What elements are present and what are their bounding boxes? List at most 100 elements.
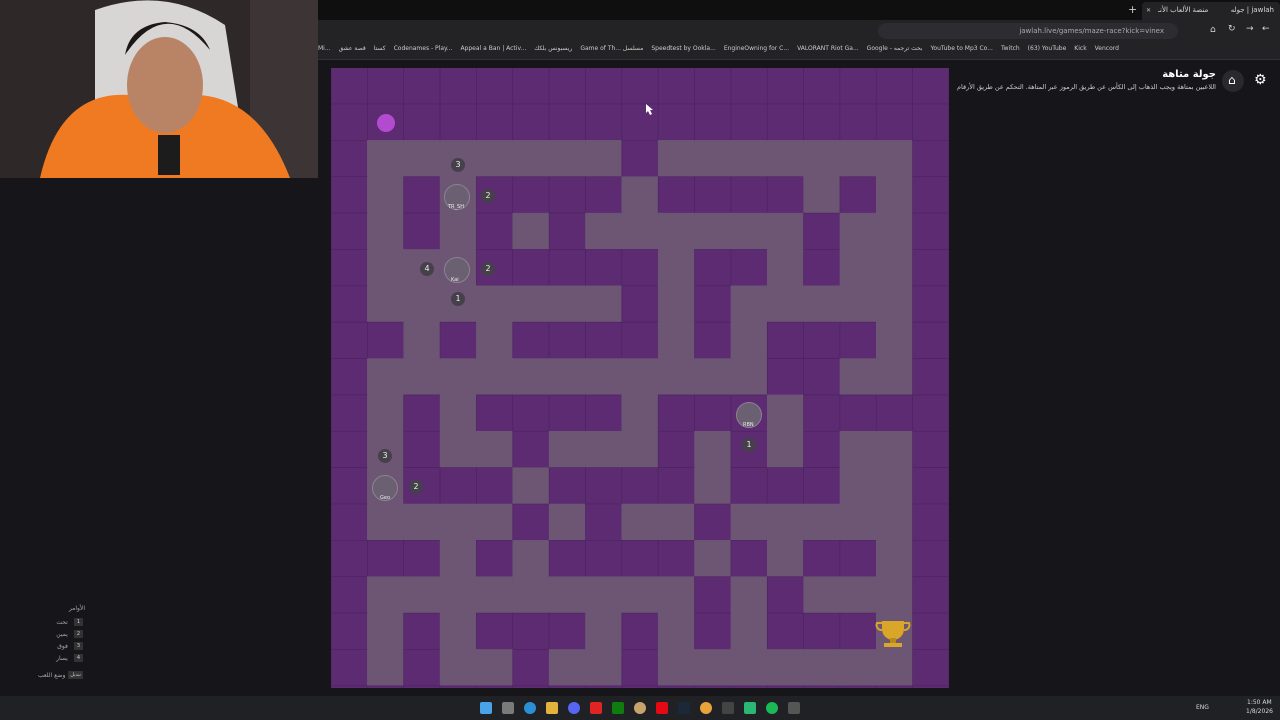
maze-wall-cell (548, 467, 586, 505)
home-browser-icon[interactable]: ⌂ (1210, 25, 1216, 35)
maze-wall-cell (331, 212, 368, 250)
maze-wall-cell (657, 540, 695, 578)
maze-path-cell (694, 467, 732, 505)
maze-path-cell (839, 358, 877, 396)
chrome-icon[interactable] (700, 702, 712, 714)
maze-wall-cell (585, 540, 623, 578)
bookmark-item[interactable]: Speedtest by Ookla... (651, 45, 715, 52)
maze-wall-cell (621, 467, 659, 505)
maze-path-cell (367, 612, 405, 650)
maze-wall-cell (331, 321, 368, 359)
maze-path-cell (766, 249, 804, 287)
bookmark-item[interactable]: EngineOwning for C... (724, 45, 789, 52)
discord-icon[interactable] (568, 702, 580, 714)
move-badge: 1 (451, 292, 465, 306)
maze-wall-cell (331, 394, 368, 432)
new-tab-button[interactable]: + (1128, 3, 1137, 16)
terminal-icon[interactable] (722, 702, 734, 714)
maze-wall-cell (912, 358, 949, 396)
home-button[interactable]: ⌂ (1222, 70, 1244, 92)
maze-wall-cell (839, 685, 877, 688)
app-icon[interactable] (634, 702, 646, 714)
maze-wall-cell (548, 540, 586, 578)
forward-icon[interactable]: → (1246, 24, 1254, 34)
maze-wall-cell (476, 685, 514, 688)
bookmark-item[interactable]: Appeal a Ban | Activ... (460, 45, 526, 52)
maze-path-cell (803, 576, 841, 614)
bookmark-item[interactable]: Codenames - Play... (394, 45, 453, 52)
maze-path-cell (439, 612, 477, 650)
controls-heading: الأوامر (68, 605, 85, 612)
maze-wall-cell (621, 612, 659, 650)
maze-path-cell (548, 503, 586, 541)
maze-wall-cell (476, 212, 514, 250)
bookmark-item[interactable]: Mi... (318, 45, 331, 52)
spotify-icon[interactable] (766, 702, 778, 714)
maze-wall-cell (912, 503, 949, 541)
move-badge: 2 (481, 262, 495, 276)
bookmark-item[interactable]: Twitch (1001, 45, 1020, 52)
tab-active[interactable]: ✕ جوله | jawlah منصة الألعاب الأنـ (1142, 2, 1280, 20)
maze-path-cell (621, 176, 659, 214)
maze-path-cell (512, 540, 550, 578)
calculator-icon[interactable] (788, 702, 800, 714)
maze-path-cell (585, 212, 623, 250)
maze-wall-cell (403, 430, 441, 468)
app-green-icon[interactable] (744, 702, 756, 714)
bookmark-item[interactable]: Kick (1074, 45, 1086, 52)
control-label: تحت (56, 618, 68, 626)
maze-wall-cell (585, 503, 623, 541)
gear-icon: ⚙ (1254, 72, 1267, 88)
maze-path-cell (875, 430, 913, 468)
settings-button[interactable]: ⚙ (1250, 70, 1272, 92)
browser-tabstrip: + ✕ جوله | jawlah منصة الألعاب الأنـ (318, 0, 1280, 20)
language-indicator[interactable]: ENG (1196, 704, 1209, 711)
bookmark-item[interactable]: YouTube to Mp3 Co... (931, 45, 993, 52)
maze-wall-cell (585, 68, 623, 105)
bookmark-item[interactable]: Vencord (1095, 45, 1119, 52)
maze-path-cell (803, 649, 841, 687)
maze-path-cell (730, 285, 768, 323)
netflix-icon[interactable] (656, 702, 668, 714)
maze-wall-cell (331, 685, 368, 688)
bookmark-item[interactable]: Game of Th... مسلسل (580, 45, 643, 52)
maze-path-cell (585, 612, 623, 650)
steam-icon[interactable] (678, 702, 690, 714)
bookmark-item[interactable]: ريسبونس بلكك (534, 45, 572, 52)
bookmark-item[interactable]: قصة عشق (339, 45, 366, 52)
maze-wall-cell (476, 394, 514, 432)
maze-path-cell (512, 140, 550, 178)
maze-wall-cell (512, 649, 550, 687)
maze-wall-cell (403, 176, 441, 214)
reload-icon[interactable]: ↻ (1228, 24, 1236, 34)
xbox-icon[interactable] (612, 702, 624, 714)
task-view-icon[interactable] (502, 702, 514, 714)
bookmark-item[interactable]: Google - بحث ترجمه (867, 45, 923, 52)
tab-close-icon[interactable]: ✕ (1146, 7, 1151, 14)
bookmark-item[interactable]: VALORANT Riot Ga... (797, 45, 859, 52)
youtube-icon[interactable] (590, 702, 602, 714)
clock-time[interactable]: 1:50 AM (1247, 699, 1272, 706)
address-field[interactable]: jawlah.live/games/maze-race?kick=vinex (878, 23, 1178, 39)
back-icon[interactable]: ← (1262, 24, 1270, 34)
maze-wall-cell (331, 285, 368, 323)
maze-wall-cell (512, 321, 550, 359)
url-text: jawlah.live/games/maze-race?kick=vinex (1019, 27, 1164, 35)
bookmark-item[interactable]: كستا (374, 45, 386, 52)
maze-path-cell (621, 212, 659, 250)
start-icon[interactable] (480, 702, 492, 714)
maze-wall-cell (912, 394, 949, 432)
mode-toggle-button[interactable]: تبديل (68, 671, 83, 679)
maze-wall-cell (548, 212, 586, 250)
maze-wall-cell (912, 103, 949, 141)
move-badge: 2 (481, 189, 495, 203)
controls-panel: الأوامر تحت 1 يمين 2 فوق 3 يسار 4 وضع اللعب تبد… (10, 600, 85, 686)
maze-path-cell (621, 394, 659, 432)
bookmark-item[interactable]: (63) YouTube (1028, 45, 1067, 52)
edge-icon[interactable] (524, 702, 536, 714)
maze-wall-cell (548, 176, 586, 214)
maze-path-cell (657, 212, 695, 250)
file-explorer-icon[interactable] (546, 702, 558, 714)
maze-wall-cell (730, 68, 768, 105)
maze-wall-cell (730, 249, 768, 287)
